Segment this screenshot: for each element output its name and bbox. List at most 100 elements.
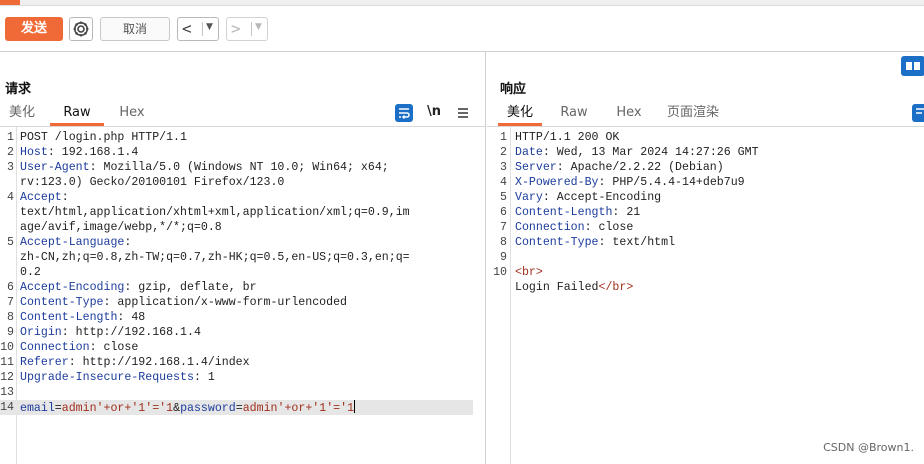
code-line: 11 Referer: http://192.168.1.4/index <box>0 355 485 370</box>
code-text: Connection: close <box>515 220 633 235</box>
header-value: : close <box>89 341 139 354</box>
code-line: 4 X-Powered-By: PHP/5.4.4-14+deb7u9 <box>487 175 924 190</box>
response-pane: 响应 美化 Raw Hex 页面渲染 1 HTTP/1.1 200 OK 2 Date… <box>487 52 924 464</box>
text-cursor <box>354 400 356 413</box>
line-number: 7 <box>7 296 14 309</box>
code-text: Connection: close <box>20 340 138 355</box>
line-number: 6 <box>500 206 507 219</box>
line-number: 12 <box>0 371 14 384</box>
header-name: Content-Type <box>20 296 104 309</box>
header-name: Referer <box>20 356 69 369</box>
header-value: : 21 <box>612 206 641 219</box>
tab-pretty[interactable]: 美化 <box>498 102 542 126</box>
code-line: 9 <box>487 250 924 265</box>
code-line: 6 Accept-Encoding: gzip, deflate, br <box>0 280 485 295</box>
request-editor[interactable]: 1 POST /login.php HTTP/1.1 2 Host: 192.168.… <box>0 126 485 464</box>
settings-button[interactable] <box>69 17 93 41</box>
line-number: 4 <box>500 176 507 189</box>
tab-pretty[interactable]: 美化 <box>0 102 44 126</box>
request-pane: 请求 美化 Raw Hex \n 1 POST /login.php HTTP/1… <box>0 52 486 464</box>
send-button[interactable]: 发送 <box>5 17 63 41</box>
code-line: 14 email=admin'+or+'1'='1&password=admin'… <box>0 400 473 415</box>
line-number: 13 <box>0 386 14 399</box>
line-number: 10 <box>0 341 14 354</box>
header-value: : gzip, deflate, br <box>124 281 257 294</box>
gear-icon <box>73 21 89 37</box>
code-line: 9 Origin: http://192.168.1.4 <box>0 325 485 340</box>
code-text: Origin: http://192.168.1.4 <box>20 325 201 340</box>
code-text: text/html,application/xhtml+xml,applicat… <box>20 205 410 220</box>
html-text: Login Failed <box>515 281 599 294</box>
code-line: 6 Content-Length: 21 <box>487 205 924 220</box>
code-text: Upgrade-Insecure-Requests: 1 <box>20 370 215 385</box>
html-tag: </br> <box>598 281 634 294</box>
code-text: Content-Length: 48 <box>20 310 145 325</box>
wrap-lines-icon[interactable] <box>395 104 413 122</box>
newline-toggle[interactable]: \n <box>427 104 441 119</box>
dropdown-icon[interactable]: ▼ <box>255 22 262 32</box>
tab-raw[interactable]: Raw <box>50 102 104 126</box>
header-value: POST /login.php HTTP/1.1 <box>20 131 187 144</box>
code-line: 8 Content-Type: text/html <box>487 235 924 250</box>
active-tab-indicator <box>0 0 20 5</box>
header-name: User-Agent <box>20 161 90 174</box>
code-text: email=admin'+or+'1'='1&password=admin'+o… <box>20 400 356 416</box>
line-number: 1 <box>7 131 14 144</box>
line-number: 4 <box>7 191 14 204</box>
code-line: 2 Host: 192.168.1.4 <box>0 145 485 160</box>
header-value: : Wed, 13 Mar 2024 14:27:26 GMT <box>542 146 759 159</box>
forward-button-group[interactable]: > ▼ <box>226 17 268 41</box>
line-number: 2 <box>500 146 507 159</box>
code-line: 7 Content-Type: application/x-www-form-ur… <box>0 295 485 310</box>
cancel-button[interactable]: 取消 <box>100 17 170 41</box>
code-text: User-Agent: Mozilla/5.0 (Windows NT 10.0… <box>20 160 389 175</box>
code-line: 7 Connection: close <box>487 220 924 235</box>
header-value: age/avif,image/webp,*/*;q=0.8 <box>20 221 222 234</box>
code-text: Content-Type: text/html <box>515 235 675 250</box>
code-text: Content-Type: application/x-www-form-url… <box>20 295 347 310</box>
tab-raw[interactable]: Raw <box>552 102 596 126</box>
header-name: Connection <box>515 221 585 234</box>
response-title: 响应 <box>500 82 527 97</box>
code-text: <br> <box>515 265 543 280</box>
tab-render[interactable]: 页面渲染 <box>662 102 724 126</box>
code-text: Server: Apache/2.2.22 (Debian) <box>515 160 724 175</box>
header-name: Server <box>515 161 557 174</box>
dropdown-icon[interactable]: ▼ <box>206 22 213 32</box>
code-text: Referer: http://192.168.1.4/index <box>20 355 250 370</box>
tab-hex[interactable]: Hex <box>607 102 651 126</box>
param-name: password <box>180 402 236 415</box>
line-number: 8 <box>7 311 14 324</box>
header-value: : Apache/2.2.22 (Debian) <box>556 161 724 174</box>
back-button-group[interactable]: < ▼ <box>177 17 219 41</box>
response-editor[interactable]: 1 HTTP/1.1 200 OK 2 Date: Wed, 13 Mar 2024 … <box>487 126 924 464</box>
header-value: : http://192.168.1.4 <box>61 326 201 339</box>
wrap-lines-icon[interactable] <box>912 104 924 122</box>
line-number: 10 <box>493 266 507 279</box>
divider <box>202 22 203 36</box>
header-value: : 192.168.1.4 <box>47 146 139 159</box>
code-line: 13 <box>0 385 485 400</box>
header-name: Vary <box>515 191 543 204</box>
back-arrow-icon[interactable]: < <box>182 20 192 38</box>
code-line: 2 Date: Wed, 13 Mar 2024 14:27:26 GMT <box>487 145 924 160</box>
layout-toggle-icon[interactable] <box>901 56 924 76</box>
code-line: 1 HTTP/1.1 200 OK <box>487 130 924 145</box>
line-number: 9 <box>500 251 507 264</box>
code-text: 0.2 <box>20 265 41 280</box>
header-name: Accept-Language <box>20 236 125 249</box>
forward-arrow-icon[interactable]: > <box>231 20 241 38</box>
header-value: : close <box>584 221 634 234</box>
tab-hex[interactable]: Hex <box>110 102 154 126</box>
code-line: text/html,application/xhtml+xml,applicat… <box>0 205 485 220</box>
code-text: Login Failed</br> <box>515 280 633 295</box>
code-line: 10 <br> <box>487 265 924 280</box>
header-value: rv:123.0) Gecko/20100101 Firefox/123.0 <box>20 176 285 189</box>
header-value: : application/x-www-form-urlencoded <box>103 296 348 309</box>
line-number: 1 <box>500 131 507 144</box>
header-name: Accept <box>20 191 62 204</box>
header-value: zh-CN,zh;q=0.8,zh-TW;q=0.7,zh-HK;q=0.5,e… <box>20 251 410 264</box>
header-value: : Mozilla/5.0 (Windows NT 10.0; Win64; x… <box>89 161 389 174</box>
watermark: CSDN @Brown1. <box>823 441 914 454</box>
menu-icon[interactable] <box>457 107 469 119</box>
